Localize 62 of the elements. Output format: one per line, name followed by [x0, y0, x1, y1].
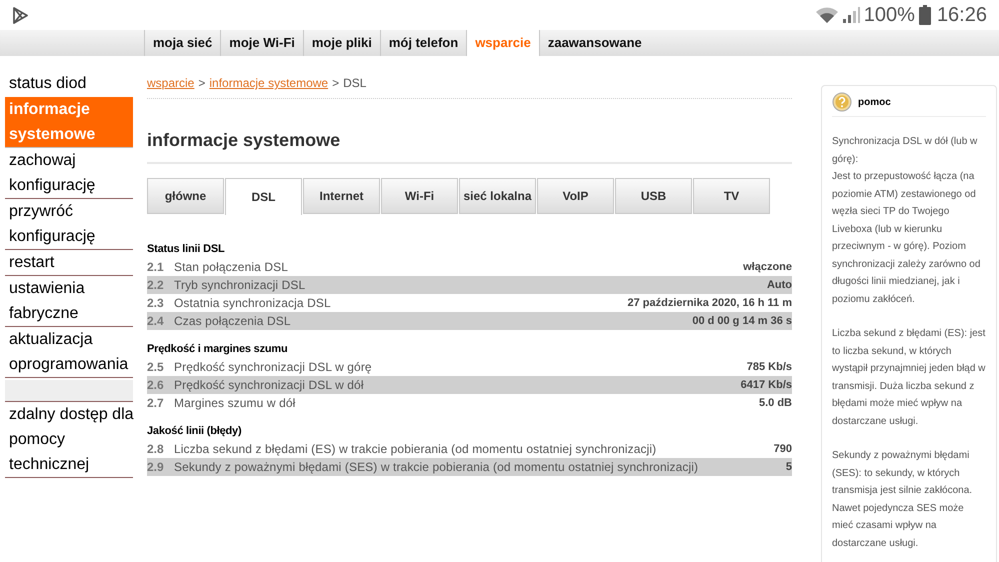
- row-label: Ostatnia synchronizacja DSL: [174, 295, 332, 312]
- row-label: Sekundy z poważnymi błędami (SES) w trakcie pobierania (od momentu ostatniej synchronizacji): [174, 459, 700, 476]
- row-label: Prędkość synchronizacji DSL w górę: [174, 359, 373, 376]
- row-number: 2.2: [147, 277, 165, 294]
- row-value: włączone: [743, 260, 792, 275]
- row-label: Czas połączenia DSL: [174, 313, 292, 330]
- row-value: 6417 Kb/s: [740, 378, 792, 393]
- question-icon: [832, 92, 852, 112]
- tab[interactable]: główne: [147, 178, 224, 214]
- nav-tab[interactable]: moje pliki: [302, 30, 380, 56]
- row-number: 2.6: [147, 377, 165, 394]
- row-label: Tryb synchronizacji DSL: [174, 277, 306, 294]
- sidebar-item[interactable]: aktualizacja oprogramowania: [5, 327, 133, 378]
- row-label: Stan połączenia DSL: [174, 259, 289, 276]
- sidebar-item[interactable]: status diod: [5, 71, 133, 97]
- row-number: 2.9: [147, 459, 165, 476]
- battery-icon: [918, 5, 931, 25]
- row-label: Prędkość synchronizacji DSL w dół: [174, 377, 365, 394]
- row-value: Auto: [766, 278, 792, 293]
- tab[interactable]: VoIP: [537, 178, 614, 214]
- tab[interactable]: DSL: [225, 178, 302, 215]
- sidebar-item[interactable]: restart: [5, 250, 133, 276]
- row-value: 5: [786, 460, 792, 475]
- nav-tab[interactable]: moje Wi-Fi: [220, 30, 303, 56]
- clock: 16:26: [936, 3, 987, 28]
- breadcrumb-current: DSL: [343, 75, 366, 92]
- nav-tab[interactable]: zaawansowane: [538, 30, 650, 56]
- tab[interactable]: USB: [615, 178, 692, 214]
- help-text: Jest to przepustowość łącza (na poziomie ATM) zestawionego od węzła sieci TP do Twojego Liveboxa (lub w kierunku przeciwnym - w górę). Poziom synchronizacji zależy zarówno od długości linii miedzianej, jak i poziomu zakłóceń.: [832, 170, 982, 306]
- row-value: 790: [774, 442, 792, 457]
- row-number: 2.1: [147, 259, 165, 276]
- nav-tab[interactable]: moja sieć: [144, 30, 220, 56]
- section-heading: Jakość linii (błędy): [147, 424, 242, 439]
- tab[interactable]: Internet: [303, 178, 380, 214]
- tab[interactable]: Wi-Fi: [381, 178, 458, 214]
- row-number: 2.3: [147, 295, 165, 312]
- page-title: informacje systemowe: [147, 127, 792, 164]
- row-value: 27 października 2020, 16 h 11 m: [628, 296, 792, 311]
- row-label: Liczba sekund z błędami (ES) w trakcie pobierania (od momentu ostatniej synchronizacji): [174, 441, 658, 458]
- row-label: Margines szumu w dół: [174, 395, 296, 412]
- row-number: 2.5: [147, 359, 165, 376]
- sidebar-item[interactable]: zdalny dostęp dla pomocy technicznej: [5, 402, 133, 478]
- row-value: 00 d 00 g 14 m 36 s: [692, 314, 792, 329]
- row-number: 2.4: [147, 313, 165, 330]
- row-value: 785 Kb/s: [746, 360, 792, 375]
- help-title: pomoc: [858, 96, 891, 110]
- section-heading: Prędkość i margines szumu: [147, 342, 288, 357]
- play-store-icon: [12, 6, 29, 24]
- row-value: 5.0 dB: [758, 396, 792, 411]
- help-text: Liczba sekund z błędami (ES): jest to liczba sekund, w których wystąpił przynajmniej jeden błąd w transmisji. Duża liczba sekund z błędami może mieć wpływ na dostarczane usługi.: [832, 327, 986, 428]
- section-heading: Status linii DSL: [147, 242, 226, 257]
- row-number: 2.7: [147, 395, 165, 412]
- battery-percentage: 100%: [864, 3, 915, 28]
- tab[interactable]: TV: [693, 178, 770, 214]
- signal-icon: [840, 6, 861, 24]
- tab[interactable]: sieć lokalna: [459, 178, 536, 214]
- help-text: Synchronizacja DSL w dół (lub w górę):: [832, 135, 978, 166]
- breadcrumb-separator: >: [332, 75, 340, 92]
- help-text: Sekundy z poważnymi błędami (SES): to sekundy, w których transmisja jest silnie zakłócona. Nawet pojedyncza SES może mieć czasami wpływ na dostarczane usługi.: [832, 449, 974, 550]
- wifi-icon: [814, 6, 839, 24]
- breadcrumb-separator: >: [198, 75, 206, 92]
- row-number: 2.8: [147, 441, 165, 458]
